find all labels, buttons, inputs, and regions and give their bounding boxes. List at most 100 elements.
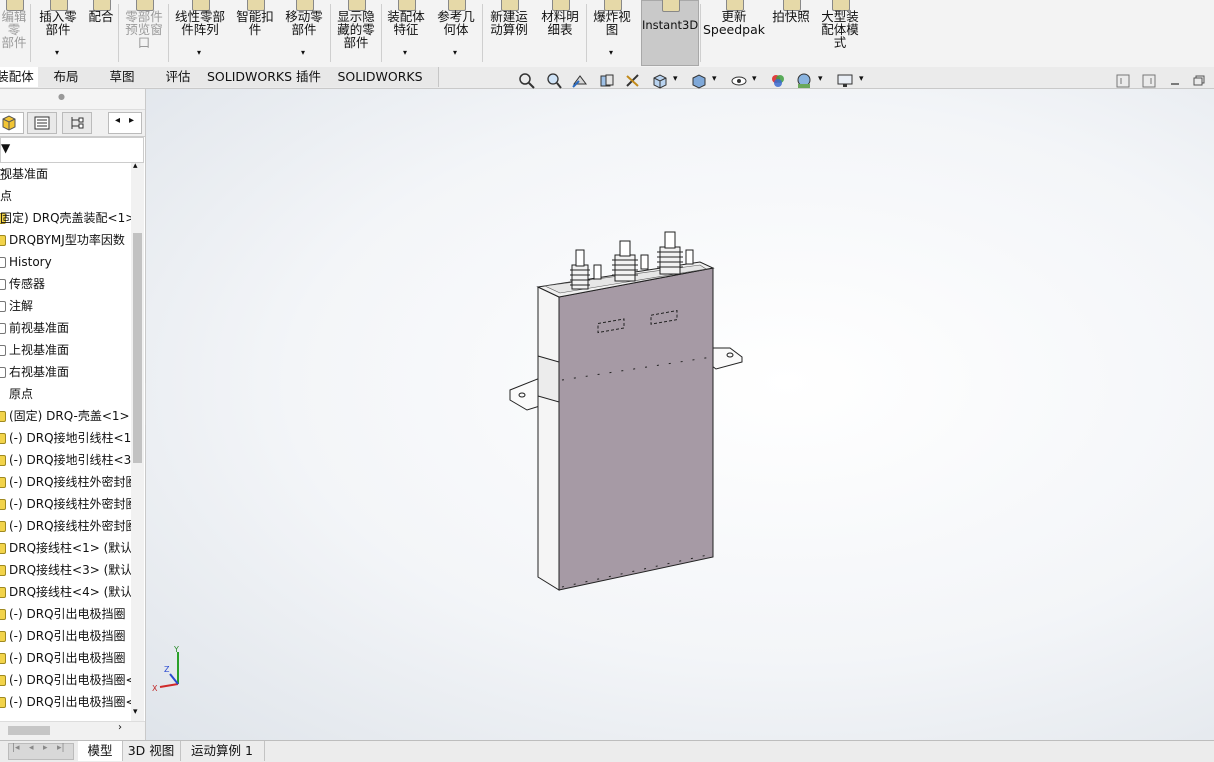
large-assembly-button[interactable]: 大型装 配体模 式 [816,0,864,66]
insert-component-caret-icon[interactable]: ▾ [55,49,59,57]
first-tab-icon[interactable]: |◂ [12,743,20,753]
tree-horizontal-scrollbar[interactable]: › [0,721,145,740]
linear-pattern-caret-icon[interactable]: ▾ [197,49,201,57]
viewport-window-controls [1116,74,1212,90]
plane-icon [0,367,6,378]
snapshot-button[interactable]: 拍快照 [768,0,814,66]
panel-grip-icon[interactable]: ● [58,92,65,101]
tree-item-label: (-) DRQ引出电极挡圈< [9,695,131,709]
minimize-icon[interactable] [1168,74,1182,88]
prev-tab-icon[interactable]: ◂ [29,743,34,753]
tree-item-label: 注解 [9,299,34,313]
zoom-to-area-icon[interactable] [545,72,563,90]
bottom-tab-scroller[interactable]: |◂ ◂ ▸ ▸| [8,743,74,760]
tree-item-label: (-) DRQ接线柱外密封圈 [9,497,131,511]
hscroll-right-icon[interactable]: › [118,722,122,733]
part-icon [0,543,6,554]
exploded-view-label: 爆炸视 图 [593,9,631,37]
part-icon [0,499,6,510]
reference-geometry-button[interactable]: 参考几 何体 ▾ [433,0,479,66]
linear-pattern-button[interactable]: 线性零部 件阵列 ▾ [170,0,230,66]
tree-item-label: DRQ接线柱<3> (默认 [9,563,131,577]
part-icon [0,609,6,620]
new-motion-study-button[interactable]: 新建运 动算例 [484,0,534,66]
assembly-features-button[interactable]: 装配体 特征 ▾ [383,0,429,66]
tree-hscroll-thumb[interactable] [8,726,50,735]
reference-geometry-caret-icon[interactable]: ▾ [453,49,457,57]
view-settings-icon[interactable] [836,72,854,90]
axis-z-label: Z [164,665,170,674]
tab-0[interactable]: 装配体 [0,67,39,87]
ribbon-separator [700,4,701,62]
tab-4[interactable]: SOLIDWORKS 插件 [206,67,323,87]
tree-filter-bar[interactable]: ▼ [0,137,144,163]
edit-appearance-icon[interactable] [769,72,787,90]
tree-item-label: (-) DRQ接地引线柱<1 [9,431,131,445]
linear-pattern-label: 线性零部 件阵列 [174,9,225,37]
zoom-to-fit-icon[interactable] [518,72,536,90]
filter-icon[interactable]: ▼ [1,141,10,155]
feature-manager-tab[interactable] [0,112,24,134]
next-tab-icon[interactable]: ▸ [43,743,48,753]
tree-item-label: (-) DRQ引出电极挡圈 [9,607,126,621]
apply-scene-icon[interactable] [795,72,813,90]
configuration-manager-tab[interactable] [62,112,92,134]
apply-scene-caret-icon[interactable]: ▾ [818,74,823,84]
scroll-up-icon[interactable]: ▴ [133,161,138,171]
hide-show-caret-icon[interactable]: ▾ [752,74,757,84]
ribbon-separator [330,4,331,62]
exploded-view-button[interactable]: 爆炸视 图 ▾ [588,0,636,66]
tab-2[interactable]: 草图 [94,67,151,87]
tab-3[interactable]: 评估 [150,67,207,87]
graphics-area[interactable]: Y X Z [146,89,1214,740]
section-view-icon[interactable] [598,72,616,90]
view-settings-caret-icon[interactable]: ▾ [859,74,864,84]
show-hidden-button[interactable]: 显示隐 藏的零 部件 [332,0,380,66]
view-orientation-caret-icon[interactable]: ▾ [673,74,678,84]
manager-tab-scroller[interactable]: ◂ ▸ [108,112,142,134]
bom-button[interactable]: 材料明 细表 [536,0,584,66]
hide-show-items-icon[interactable] [730,72,748,90]
edit-component-button[interactable]: 编辑零 部件 [0,0,28,66]
tree-item-label: 右视基准面 [9,365,70,379]
component-preview-button[interactable]: 零部件 预览窗 口 [121,0,167,66]
exploded-view-caret-icon[interactable]: ▾ [609,49,613,57]
bottom-tab-1[interactable]: 3D 视图 [122,741,181,761]
bom-label: 材料明 细表 [541,9,579,37]
tab-5[interactable]: SOLIDWORKS MBD [322,67,439,104]
instant3d-button[interactable]: Instant3D [641,0,699,66]
insert-component-button[interactable]: 插入零 部件 ▾ [36,0,80,66]
display-style-caret-icon[interactable]: ▾ [712,74,717,84]
dynamic-annotation-icon[interactable] [624,72,642,90]
folder-icon [0,279,6,290]
ribbon-separator [30,4,31,62]
scroll-right-icon[interactable]: ▸ [129,115,134,126]
previous-view-icon[interactable] [571,72,589,90]
bottom-tab-0[interactable]: 模型 [78,741,123,761]
scroll-left-icon[interactable]: ◂ [115,115,120,126]
restore-icon[interactable] [1192,74,1206,88]
view-orientation-icon[interactable] [651,72,669,90]
smart-fasteners-label: 智能扣 件 [236,9,274,37]
tree-scroll-thumb[interactable] [133,233,142,463]
tile-left-icon[interactable] [1116,74,1130,88]
bottom-tab-2[interactable]: 运动算例 1 [180,741,265,761]
move-component-caret-icon[interactable]: ▾ [301,49,305,57]
tree-item-label: 原点 [9,387,34,401]
mate-button[interactable]: 配合 [85,0,117,66]
smart-fasteners-button[interactable]: 智能扣 件 [232,0,278,66]
property-manager-tab[interactable] [27,112,57,134]
new-motion-study-label: 新建运 动算例 [490,9,528,37]
capacitor-model[interactable] [146,89,1214,740]
assembly-features-caret-icon[interactable]: ▾ [403,49,407,57]
update-speedpak-button[interactable]: 更新 Speedpak [703,0,765,66]
scroll-down-icon[interactable]: ▾ [133,707,138,717]
move-component-button[interactable]: 移动零 部件 ▾ [281,0,327,66]
tile-right-icon[interactable] [1142,74,1156,88]
last-tab-icon[interactable]: ▸| [57,743,65,753]
display-style-icon[interactable] [690,72,708,90]
part-icon [0,565,6,576]
tree-vertical-scrollbar[interactable]: ▴ ▾ [131,161,144,723]
tab-1[interactable]: 布局 [38,67,95,87]
tree-item-label: (-) DRQ引出电极挡圈 [9,629,126,643]
